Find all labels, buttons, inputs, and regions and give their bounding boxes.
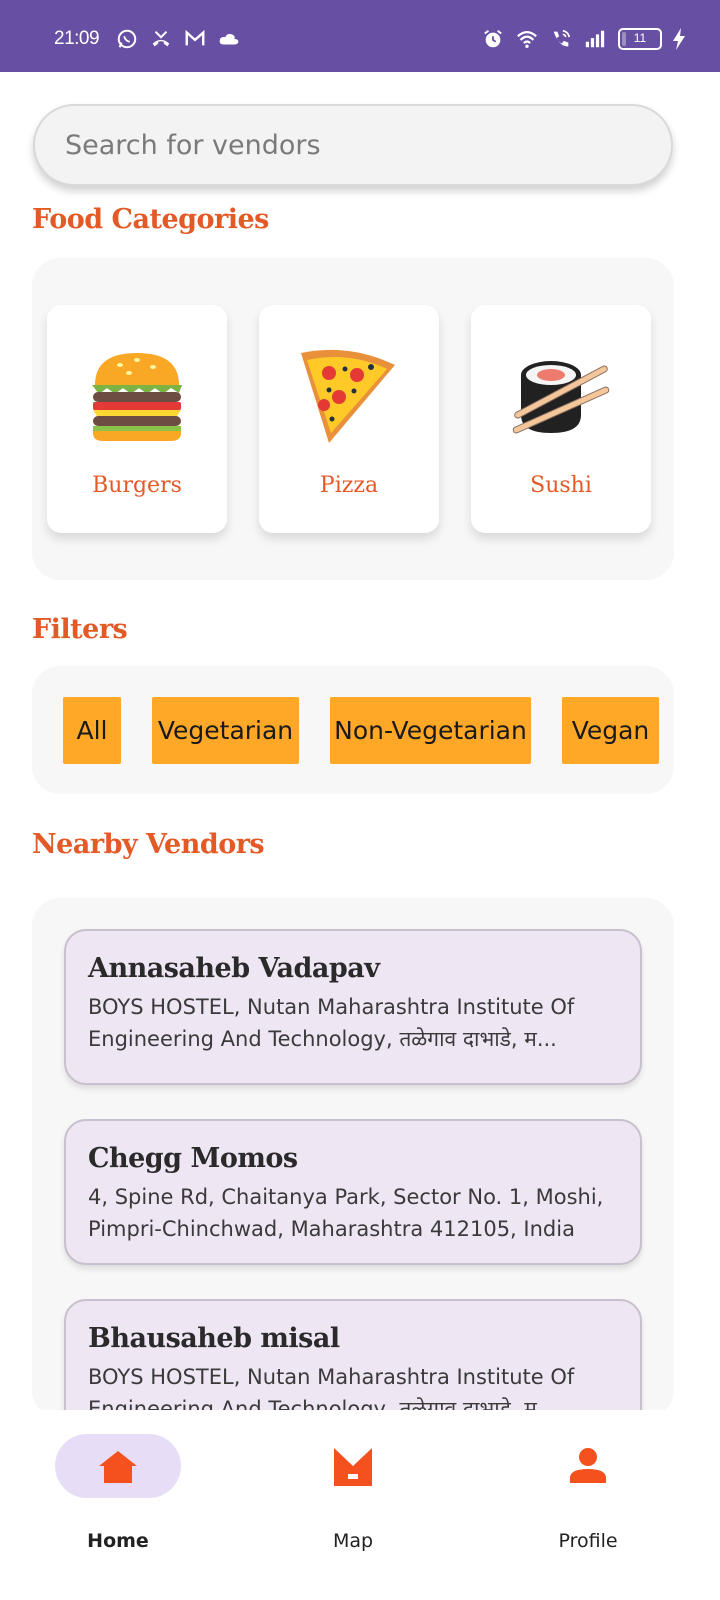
filters-row[interactable]: All Vegetarian Non-Vegetarian Vegan <box>32 666 674 794</box>
vendor-card[interactable]: Annasaheb Vadapav BOYS HOSTEL, Nutan Mah… <box>64 929 642 1085</box>
wifi-icon <box>517 31 537 48</box>
battery-level: 11 <box>633 31 647 45</box>
pizza-icon <box>301 349 395 443</box>
vendor-card[interactable]: Chegg Momos 4, Spine Rd, Chaitanya Park,… <box>64 1119 642 1265</box>
nav-label-map: Map <box>332 1530 374 1552</box>
alarm-icon <box>484 29 502 48</box>
burger-icon <box>92 353 182 441</box>
vendor-name: Chegg Momos <box>88 1143 298 1174</box>
search-bar[interactable] <box>33 104 673 186</box>
food-categories-title: Food Categories <box>32 204 269 235</box>
profile-icon <box>570 1448 606 1483</box>
whatsapp-icon <box>117 29 137 49</box>
filter-chip-non-vegetarian[interactable]: Non-Vegetarian <box>330 697 531 764</box>
sushi-icon <box>512 361 610 434</box>
cloud-icon <box>219 33 239 45</box>
status-bar: 21:09 11 <box>0 0 720 72</box>
notification-icons <box>116 28 240 50</box>
nearby-vendors-title: Nearby Vendors <box>32 829 265 860</box>
category-card-sushi[interactable]: Sushi <box>471 305 651 533</box>
home-icon <box>99 1451 137 1483</box>
gmail-icon <box>185 29 205 46</box>
filter-chip-vegetarian[interactable]: Vegetarian <box>152 697 299 764</box>
battery-icon: 11 <box>618 28 662 50</box>
vendor-address: 4, Spine Rd, Chaitanya Park, Sector No. … <box>88 1185 604 1241</box>
filter-chip-vegan[interactable]: Vegan <box>562 697 659 764</box>
nav-label-profile: Profile <box>558 1530 618 1552</box>
nav-map[interactable]: Map <box>290 1434 416 1564</box>
vendor-name: Bhausaheb misal <box>88 1323 340 1354</box>
nav-label-home: Home <box>87 1530 149 1552</box>
bottom-navigation: Home Map Profile <box>0 1410 720 1600</box>
vendor-name: Annasaheb Vadapav <box>88 953 380 984</box>
categories-carousel[interactable]: Burgers Pizza Sushi <box>32 258 674 580</box>
category-card-burgers[interactable]: Burgers <box>47 305 227 533</box>
map-icon <box>334 1448 372 1486</box>
wifi-calling-icon <box>553 29 571 47</box>
charging-icon <box>673 28 685 50</box>
status-time: 21:09 <box>54 28 100 49</box>
vendor-card[interactable]: Bhausaheb misal BOYS HOSTEL, Nutan Mahar… <box>64 1299 642 1418</box>
category-card-pizza[interactable]: Pizza <box>259 305 439 533</box>
vendor-address: BOYS HOSTEL, Nutan Maharashtra Institute… <box>88 995 575 1051</box>
search-input[interactable] <box>65 129 625 161</box>
filters-title: Filters <box>32 614 128 645</box>
category-label: Sushi <box>530 473 592 498</box>
nav-home[interactable]: Home <box>55 1434 181 1564</box>
system-icons: 11 <box>482 28 662 50</box>
nav-profile[interactable]: Profile <box>525 1434 651 1564</box>
filter-chip-all[interactable]: All <box>63 697 121 764</box>
missed-call-icon <box>152 30 170 47</box>
category-label: Pizza <box>319 473 379 498</box>
signal-icon <box>585 30 605 48</box>
category-label: Burgers <box>92 473 182 498</box>
vendors-list[interactable]: Annasaheb Vadapav BOYS HOSTEL, Nutan Mah… <box>32 898 674 1418</box>
